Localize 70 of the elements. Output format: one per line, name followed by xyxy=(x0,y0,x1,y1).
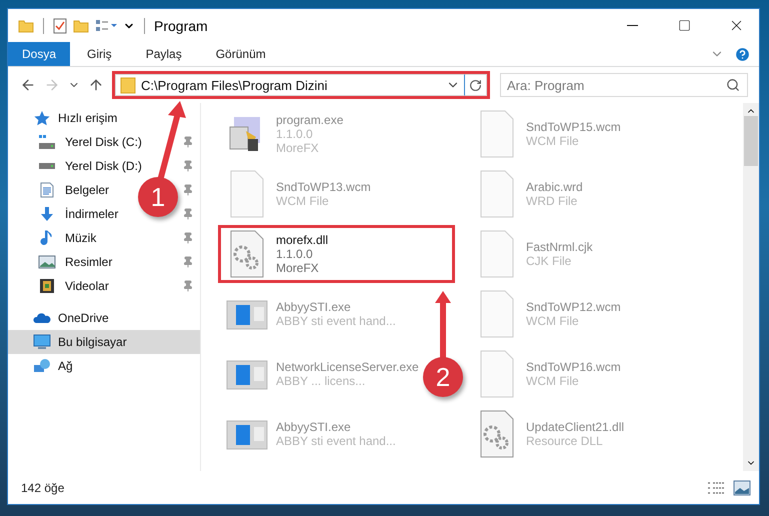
sidebar-item[interactable]: Videolar xyxy=(8,274,113,298)
properties-icon[interactable] xyxy=(53,18,67,34)
download-icon xyxy=(38,206,56,222)
address-bar[interactable]: C:\Program Files\Program Dizini xyxy=(112,71,490,99)
picture-icon xyxy=(38,254,56,270)
details-view-icon[interactable] xyxy=(707,480,725,494)
refresh-icon xyxy=(469,78,482,92)
scrollbar[interactable] xyxy=(743,103,759,471)
scrollbar-thumb[interactable] xyxy=(744,116,758,166)
sidebar-item[interactable]: Yerel Disk (D:) xyxy=(8,154,146,178)
file-name: SndToWP15.wcm xyxy=(526,120,621,134)
file-name: SndToWP12.wcm xyxy=(526,300,621,314)
file-detail: WCM File xyxy=(526,314,580,328)
drive-icon xyxy=(38,162,56,170)
file-detail: MoreFX xyxy=(276,261,320,275)
file-name: program.exe xyxy=(276,113,344,127)
file-detail: WCM File xyxy=(526,374,580,388)
sidebar-item[interactable]: İndirmeler xyxy=(8,202,122,226)
folder-icon xyxy=(120,76,136,94)
help-icon[interactable] xyxy=(734,46,751,62)
file-detail: ABBY ... licens... xyxy=(276,374,366,388)
file-tile[interactable]: morefx.dll 1.1.0.0 MoreFX xyxy=(218,225,455,283)
address-path: C:\Program Files\Program Dizini xyxy=(141,78,328,92)
file-detail: WCM File xyxy=(276,194,330,208)
sidebar-item[interactable]: Belgeler xyxy=(8,178,114,202)
file-name: Arabic.wrd xyxy=(526,180,583,194)
file-detail: ABBY sti event hand... xyxy=(276,314,396,328)
ribbon-tab[interactable]: Dosya xyxy=(8,42,70,66)
computer-icon xyxy=(33,334,51,350)
file-name: AbbyySTI.exe xyxy=(276,300,352,314)
ribbon-tab[interactable]: Giriş xyxy=(70,42,129,66)
sidebar-item[interactable]: Bu bilgisayar xyxy=(8,330,200,354)
sidebar-item[interactable]: Müzik xyxy=(8,226,100,250)
sidebar-item[interactable]: Hızlı erişim xyxy=(8,106,122,130)
file-detail: MoreFX xyxy=(276,141,320,155)
file-name: morefx.dll xyxy=(276,233,328,247)
file-name: SndToWP16.wcm xyxy=(526,360,621,374)
film-icon xyxy=(38,278,56,294)
step-number: 2 xyxy=(423,357,463,397)
view-options-icon[interactable] xyxy=(95,18,117,32)
sidebar-item[interactable]: Ağ xyxy=(8,354,77,378)
file-name: AbbyySTI.exe xyxy=(276,420,352,434)
sidebar-item[interactable]: Yerel Disk (C:) xyxy=(8,130,146,154)
file-name: FastNrml.cjk xyxy=(526,240,593,254)
search-field[interactable]: Ara: Program xyxy=(500,73,748,97)
file-name: NetworkLicenseServer.exe xyxy=(276,360,419,374)
refresh-button[interactable] xyxy=(465,74,487,96)
file-detail: 1.1.0.0 xyxy=(276,127,314,141)
file-name: SndToWP13.wcm xyxy=(276,180,371,194)
ribbon-tab[interactable]: Paylaş xyxy=(128,42,199,66)
sidebar-item[interactable]: OneDrive xyxy=(8,306,113,330)
file-detail: WCM File xyxy=(526,134,580,148)
maximize-icon xyxy=(678,19,690,32)
item-count: 142 öğe xyxy=(21,480,66,494)
file-detail: 1.1.0.0 xyxy=(276,247,314,261)
file-detail: CJK File xyxy=(526,254,572,268)
network-icon xyxy=(33,358,51,374)
file-detail: ABBY sti event hand... xyxy=(276,434,396,448)
file-name: UpdateClient21.dll xyxy=(526,420,624,434)
sidebar-item[interactable]: Resimler xyxy=(8,250,116,274)
ribbon-tab[interactable]: Görünüm xyxy=(198,42,283,66)
step-number: 1 xyxy=(138,177,178,217)
drive-icon xyxy=(38,134,56,150)
large-icons-view-icon[interactable] xyxy=(733,480,751,496)
document-icon xyxy=(38,182,56,198)
minimize-icon xyxy=(626,25,638,26)
file-detail: Resource DLL xyxy=(526,434,604,448)
star-icon xyxy=(33,110,51,126)
window-title: Program xyxy=(154,18,209,34)
file-detail: WRD File xyxy=(526,194,578,208)
